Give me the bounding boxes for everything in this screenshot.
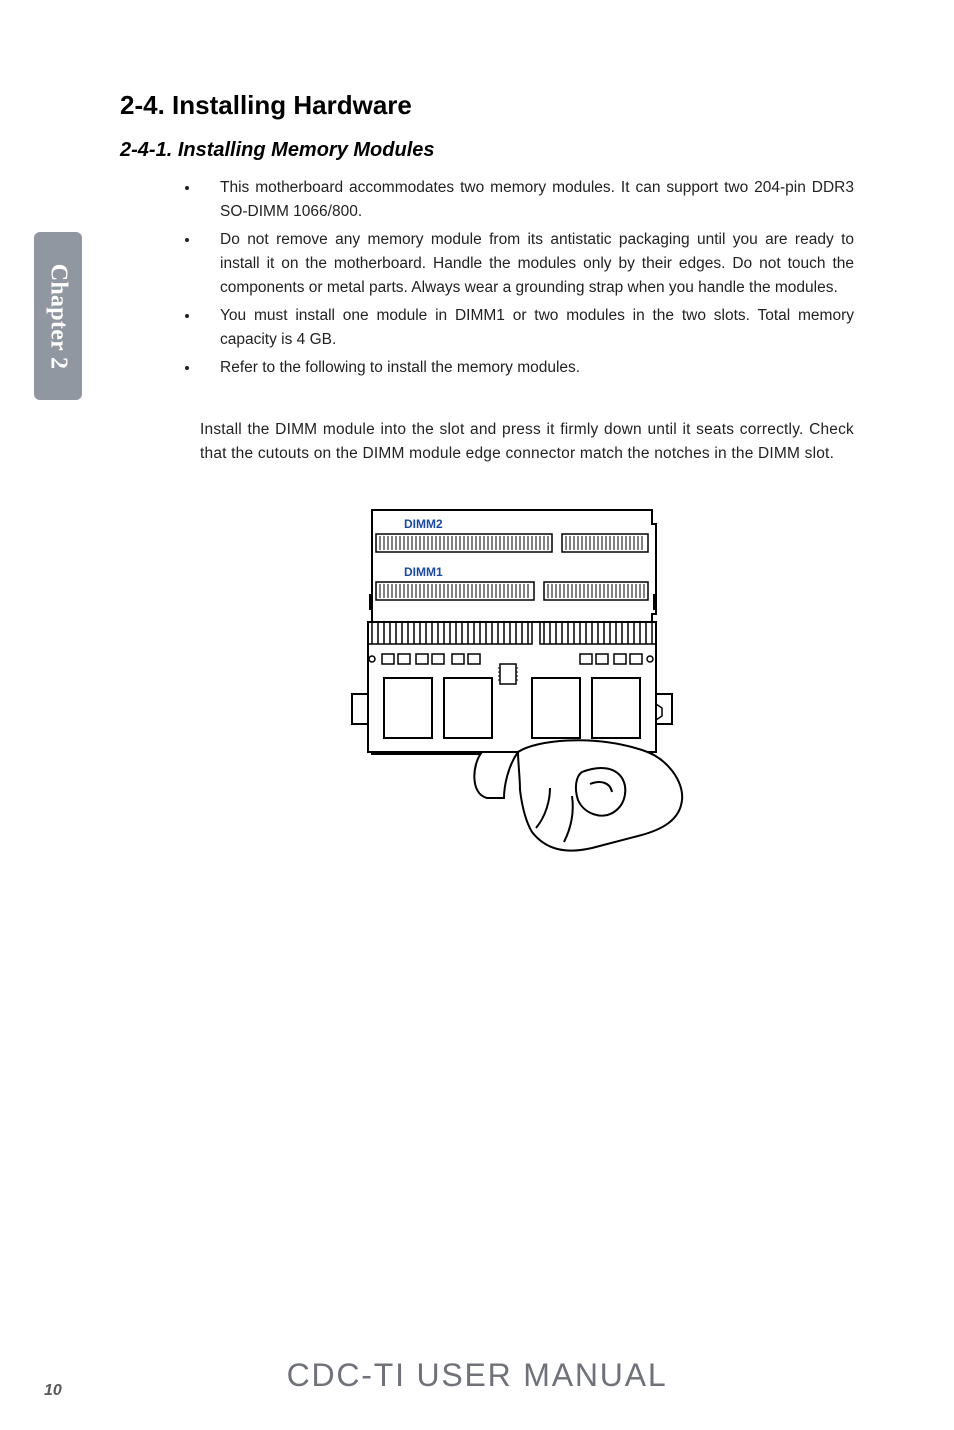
hand-illustration <box>474 740 682 850</box>
page-number: 10 <box>44 1382 62 1400</box>
subsection-title-text: Installing Memory Modules <box>178 139 435 161</box>
dimm2-label: DIMM2 <box>404 517 443 531</box>
section-heading: 2-4. Installing Hardware <box>120 90 864 121</box>
page: Chapter 2 2-4. Installing Hardware 2-4-1… <box>0 0 954 1430</box>
chapter-side-tab: Chapter 2 <box>34 232 82 400</box>
footer-title: CDC-TI USER MANUAL <box>0 1357 954 1394</box>
section-number: 2-4. <box>120 90 165 120</box>
subsection-number: 2-4-1. <box>120 139 172 161</box>
section-title-text: Installing Hardware <box>172 90 412 120</box>
dimm2-slot <box>376 534 648 552</box>
dimm1-label: DIMM1 <box>404 565 443 579</box>
chapter-side-tab-label: Chapter 2 <box>45 263 72 369</box>
list-item: Refer to the following to install the me… <box>200 356 864 380</box>
dimm1-slot <box>376 582 648 600</box>
memory-module <box>368 622 662 752</box>
bullet-list: This motherboard accommodates two memory… <box>120 176 864 380</box>
list-item: You must install one module in DIMM1 or … <box>200 304 864 352</box>
list-item: This motherboard accommodates two memory… <box>200 176 864 224</box>
dimm-install-figure: DIMM2 DIMM1 <box>332 494 692 854</box>
list-item: Do not remove any memory module from its… <box>200 228 864 300</box>
install-paragraph: Install the DIMM module into the slot an… <box>200 418 854 466</box>
figure-container: DIMM2 DIMM1 <box>160 494 864 854</box>
subsection-heading: 2-4-1. Installing Memory Modules <box>120 139 864 162</box>
